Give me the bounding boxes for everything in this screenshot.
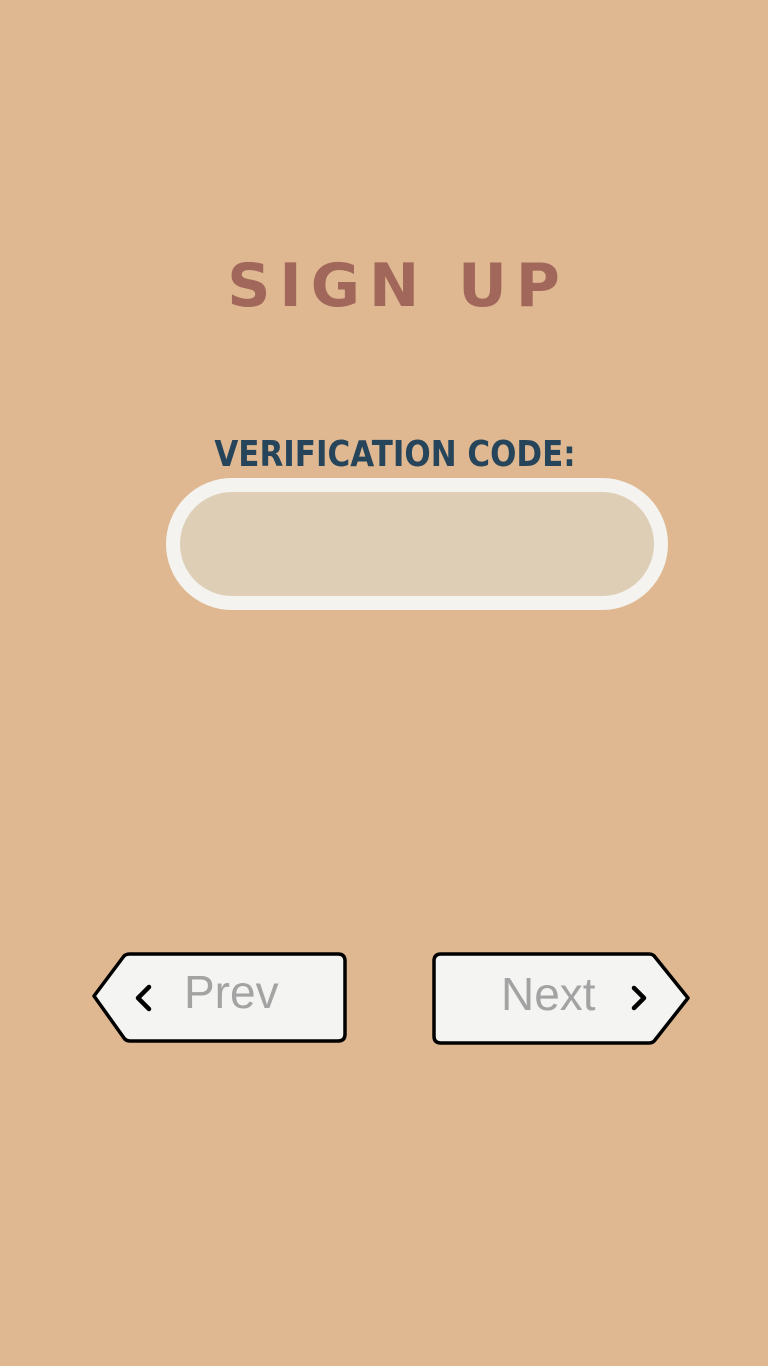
verification-code-input[interactable] [166, 478, 668, 610]
next-button-label: Next [501, 968, 596, 1020]
page-title: SIGN UP [227, 251, 569, 321]
next-button[interactable]: Next [432, 952, 692, 1046]
prev-button[interactable]: Prev [92, 952, 350, 1046]
verification-code-label: VERIFICATION CODE: [214, 434, 576, 475]
prev-button-label: Prev [184, 966, 279, 1018]
